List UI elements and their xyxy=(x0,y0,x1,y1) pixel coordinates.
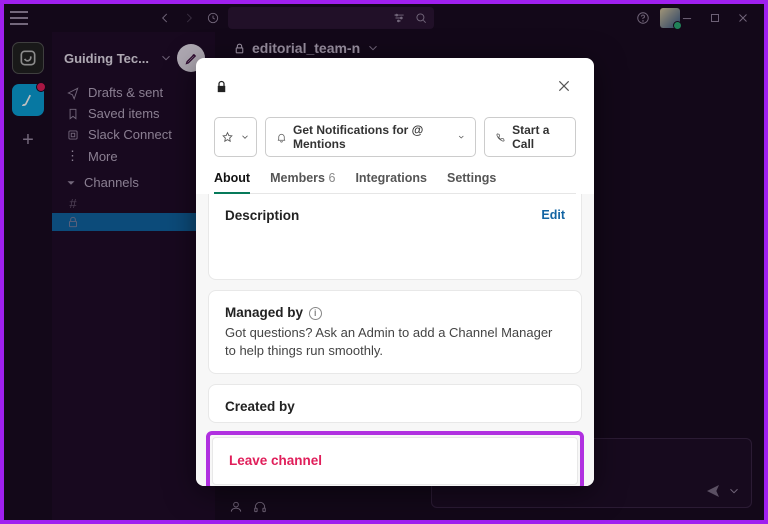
tab-members[interactable]: Members 6 xyxy=(270,171,335,193)
star-icon xyxy=(221,131,234,144)
tab-label: About xyxy=(214,171,250,185)
leave-channel-label: Leave channel xyxy=(229,453,322,468)
phone-icon xyxy=(495,131,506,144)
card-body: Got questions? Ask an Admin to add a Cha… xyxy=(225,324,565,359)
chevron-down-icon xyxy=(240,132,250,142)
leave-channel-highlight: Leave channel xyxy=(206,431,584,486)
button-label: Get Notifications for @ Mentions xyxy=(293,123,451,151)
tab-about[interactable]: About xyxy=(214,171,250,193)
card-title: Managed by i xyxy=(225,305,565,320)
edit-description-link[interactable]: Edit xyxy=(541,208,565,222)
start-call-button[interactable]: Start a Call xyxy=(484,117,576,157)
tab-integrations[interactable]: Integrations xyxy=(355,171,427,193)
card-title: Description xyxy=(225,208,565,223)
bell-icon xyxy=(276,131,287,144)
tab-label: Members xyxy=(270,171,325,185)
card-title: Created by xyxy=(225,399,565,414)
modal-tabs: About Members 6 Integrations Settings xyxy=(214,171,576,194)
star-button[interactable] xyxy=(214,117,257,157)
tab-count: 6 xyxy=(328,171,335,185)
managed-by-card: Managed by i Got questions? Ask an Admin… xyxy=(208,290,582,374)
info-icon[interactable]: i xyxy=(309,307,322,320)
description-card: Edit Description xyxy=(208,194,582,280)
tab-label: Integrations xyxy=(355,171,427,185)
button-label: Start a Call xyxy=(512,123,565,151)
tab-label: Settings xyxy=(447,171,496,185)
lock-icon xyxy=(214,79,229,99)
channel-details-modal: Get Notifications for @ Mentions Start a… xyxy=(196,58,594,486)
created-by-card: Created by xyxy=(208,384,582,423)
leave-channel-card[interactable]: Leave channel xyxy=(212,437,578,485)
tab-settings[interactable]: Settings xyxy=(447,171,496,193)
notifications-button[interactable]: Get Notifications for @ Mentions xyxy=(265,117,476,157)
close-button[interactable] xyxy=(552,74,576,103)
chevron-down-icon xyxy=(457,132,465,142)
